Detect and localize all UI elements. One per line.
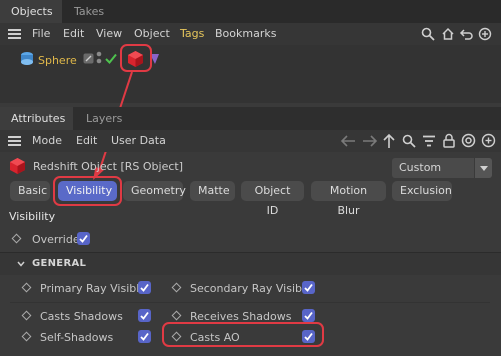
chevron-down-icon[interactable] bbox=[474, 158, 492, 178]
filter-icon[interactable] bbox=[422, 135, 436, 147]
tab-object-id[interactable]: Object ID bbox=[241, 181, 304, 217]
up-arrow-icon[interactable] bbox=[382, 133, 396, 149]
lock-icon[interactable] bbox=[443, 133, 455, 148]
divider bbox=[10, 302, 490, 303]
attributes-menu-bar: Mode Edit User Data bbox=[0, 130, 501, 152]
tab-layers[interactable]: Layers bbox=[75, 107, 133, 130]
param-label-primary-ray-visible: Primary Ray Visible bbox=[40, 282, 147, 295]
param-label-self-shadows: Self-Shadows bbox=[40, 331, 114, 344]
checkbox-self-shadows[interactable] bbox=[138, 330, 151, 343]
checkbox-casts-shadows[interactable] bbox=[138, 309, 151, 322]
tab-basic[interactable]: Basic bbox=[10, 181, 50, 201]
search-icon[interactable] bbox=[402, 134, 416, 148]
attributes-tab-bar: Attributes Layers bbox=[0, 107, 501, 130]
tab-motion-blur[interactable]: Motion Blur bbox=[311, 181, 386, 217]
chevron-down-icon[interactable] bbox=[17, 261, 25, 267]
checkbox-primary-ray-visible[interactable] bbox=[138, 281, 151, 294]
param-label-casts-shadows: Casts Shadows bbox=[40, 310, 123, 323]
section-title-visibility: Visibility bbox=[9, 210, 56, 223]
menu-edit[interactable]: Edit bbox=[76, 130, 97, 152]
checkbox-secondary-ray-visible[interactable] bbox=[302, 281, 315, 294]
mode-dropdown-value: Custom bbox=[399, 161, 442, 174]
forward-arrow-icon[interactable] bbox=[362, 134, 378, 148]
param-label-secondary-ray-visible: Secondary Ray Visible bbox=[190, 282, 312, 295]
menu-user-data[interactable]: User Data bbox=[111, 130, 166, 152]
tab-matte[interactable]: Matte bbox=[190, 181, 235, 201]
visibility-tab-highlight bbox=[53, 176, 122, 206]
object-type-label: Redshift Object [RS Object] bbox=[33, 160, 183, 173]
redshift-object-icon bbox=[10, 158, 25, 174]
override-checkbox[interactable] bbox=[77, 232, 90, 245]
group-title-general: GENERAL bbox=[32, 258, 87, 269]
group-general-header[interactable]: GENERAL bbox=[0, 253, 501, 275]
tab-attributes[interactable]: Attributes bbox=[0, 107, 73, 130]
override-label: Override bbox=[32, 233, 80, 246]
target-icon[interactable] bbox=[461, 133, 476, 148]
add-icon[interactable] bbox=[481, 133, 496, 148]
hamburger-menu-icon[interactable] bbox=[8, 136, 21, 146]
tab-geometry[interactable]: Geometry bbox=[123, 181, 186, 201]
casts-ao-highlight bbox=[162, 322, 324, 347]
menu-mode[interactable]: Mode bbox=[32, 130, 62, 152]
back-arrow-icon[interactable] bbox=[340, 134, 356, 148]
checkbox-receives-shadows[interactable] bbox=[302, 309, 315, 322]
tab-exclusion[interactable]: Exclusion bbox=[392, 181, 452, 201]
mode-dropdown[interactable]: Custom bbox=[392, 158, 492, 178]
